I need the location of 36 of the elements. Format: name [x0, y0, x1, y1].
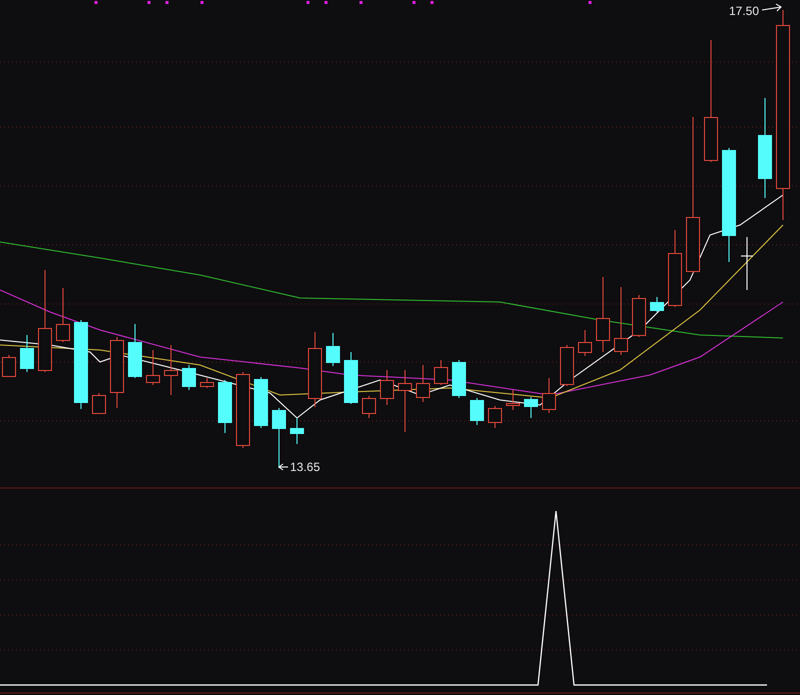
bearish-candle — [524, 396, 538, 418]
bearish-candle — [452, 360, 466, 398]
bullish-candle — [488, 406, 502, 428]
bullish-candle — [164, 344, 178, 396]
bearish-candle — [254, 376, 268, 428]
bullish-candle — [398, 370, 412, 432]
bearish-candle — [344, 352, 358, 404]
bullish-candle — [506, 390, 520, 410]
bearish-candle — [290, 418, 304, 444]
bearish-candle — [218, 380, 232, 434]
bullish-candle — [146, 350, 160, 386]
bearish-candle — [272, 408, 286, 468]
bullish-candle — [614, 286, 628, 356]
bullish-candle — [380, 370, 394, 406]
arrow-icon — [762, 4, 782, 12]
bullish-candle — [416, 364, 430, 402]
bullish-candle — [200, 378, 214, 388]
bullish-candle — [434, 360, 448, 386]
bullish-candle — [92, 392, 106, 414]
bearish-candle — [20, 334, 34, 372]
low-price-label: 13.65 — [290, 460, 320, 474]
bullish-candle — [362, 396, 376, 418]
bullish-candle — [110, 336, 124, 408]
bullish-candle — [740, 236, 754, 290]
bearish-candle — [470, 398, 484, 426]
high-price-label: 17.50 — [729, 4, 760, 18]
bearish-candle — [182, 364, 196, 390]
bullish-candle — [56, 288, 70, 342]
bullish-candle — [542, 378, 556, 414]
bullish-candle — [578, 330, 592, 356]
bearish-candle — [128, 324, 142, 378]
bullish-candle — [560, 344, 574, 386]
bullish-candle — [632, 294, 646, 338]
bearish-candle — [326, 332, 340, 366]
bearish-candle — [650, 296, 664, 312]
arrow-icon — [278, 464, 288, 470]
